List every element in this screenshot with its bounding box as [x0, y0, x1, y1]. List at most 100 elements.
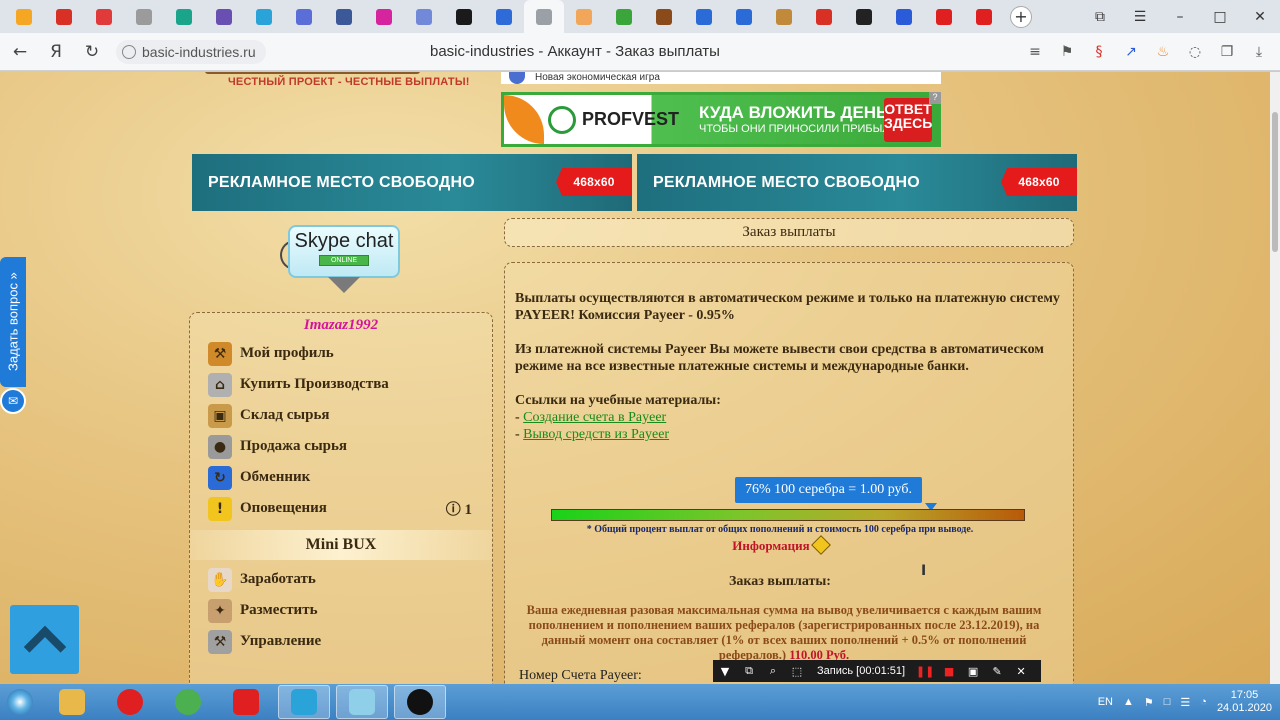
scroll-to-top-button[interactable] — [10, 605, 79, 674]
browser-tab[interactable] — [524, 0, 564, 33]
close-window-button[interactable]: ✕ — [1240, 0, 1280, 33]
flag-icon[interactable]: ⚑ — [1144, 696, 1154, 709]
menu-item[interactable]: ▣ Склад сырья — [190, 400, 492, 431]
bookmark-icon[interactable]: ⚑ — [1054, 39, 1080, 65]
recorder-dropdown-icon[interactable]: ▼ — [713, 665, 737, 678]
recorder-region-icon[interactable]: ⬚ — [785, 665, 809, 678]
payout-progress-bar — [551, 509, 1025, 521]
browser-tab[interactable] — [324, 0, 364, 33]
payeer-withdrawal-link[interactable]: Вывод средств из Payeer — [523, 427, 669, 442]
ad-slot-2[interactable]: РЕКЛАМНОЕ МЕСТО СВОБОДНО 468x60 — [637, 154, 1077, 211]
username[interactable]: Imazaz1992 — [190, 317, 492, 334]
info-link[interactable]: Информация — [505, 535, 1055, 555]
display-icon[interactable]: □ — [1164, 696, 1171, 708]
browser-tab[interactable] — [444, 0, 484, 33]
language-indicator[interactable]: EN — [1098, 696, 1113, 708]
menu-icon[interactable]: ☰ — [1120, 0, 1160, 33]
menu-item[interactable]: ! Оповещения ⓘ 1 — [190, 493, 492, 524]
menu-item[interactable]: ↻ Обменник — [190, 462, 492, 493]
collections-icon[interactable]: ❐ — [1214, 39, 1240, 65]
site-logo[interactable] — [205, 72, 420, 74]
extension-icon[interactable]: § — [1086, 39, 1112, 65]
scrollbar-thumb[interactable] — [1272, 112, 1278, 252]
show-hidden-icons[interactable]: ▲ — [1123, 696, 1134, 708]
pen-icon[interactable]: ✎ — [985, 665, 1009, 678]
menu-item[interactable]: ✦ Разместить — [190, 595, 492, 626]
menu-item[interactable]: ⌂ Купить Производства — [190, 369, 492, 400]
browser-tab[interactable] — [244, 0, 284, 33]
game-banner[interactable]: Новая экономическая игра — [501, 72, 941, 84]
browser-tab[interactable] — [844, 0, 884, 33]
browser-tab[interactable] — [964, 0, 1004, 33]
taskbar-app[interactable] — [46, 685, 98, 719]
menu-item[interactable]: ● Продажа сырья — [190, 431, 492, 462]
taskbar-app[interactable] — [162, 685, 214, 719]
flame-graphic — [504, 95, 544, 144]
reload-button[interactable]: ↻ — [76, 36, 108, 68]
reader-mode-icon[interactable]: ≡ — [1022, 39, 1048, 65]
browser-tab[interactable] — [604, 0, 644, 33]
tab-favicon-icon — [296, 8, 312, 25]
site-slogan: ЧЕСТНЫЙ ПРОЕКТ - ЧЕСТНЫЕ ВЫПЛАТЫ! — [228, 76, 470, 88]
taskbar-app[interactable] — [336, 685, 388, 719]
ad-slot-1[interactable]: РЕКЛАМНОЕ МЕСТО СВОБОДНО 468x60 — [192, 154, 632, 211]
menu-item[interactable]: ⚒ Мой профиль — [190, 338, 492, 369]
browser-tab[interactable] — [4, 0, 44, 33]
browser-tab[interactable] — [884, 0, 924, 33]
browser-tab[interactable] — [564, 0, 604, 33]
recorder-window-icon[interactable]: ⧉ — [737, 664, 761, 678]
ad-help-icon[interactable]: ? — [929, 92, 941, 104]
ask-question-tab[interactable]: Задать вопрос » — [0, 257, 26, 387]
volume-icon[interactable]: ◔ — [1200, 696, 1207, 708]
browser-tab[interactable] — [44, 0, 84, 33]
cursor-extension-icon[interactable]: ↗ — [1118, 39, 1144, 65]
url-field[interactable]: basic-industries.ru — [116, 39, 266, 64]
taskbar-app[interactable] — [278, 685, 330, 719]
maximize-button[interactable]: □ — [1200, 0, 1240, 33]
menu-item-label: Продажа сырья — [240, 438, 348, 454]
recorder-close-icon[interactable]: ✕ — [1009, 665, 1033, 678]
menu-item[interactable]: ✋ Заработать — [190, 564, 492, 595]
camera-icon[interactable]: ▣ — [961, 665, 985, 678]
start-button[interactable] — [0, 684, 40, 720]
browser-tab[interactable] — [164, 0, 204, 33]
browser-tab[interactable] — [84, 0, 124, 33]
browser-tab[interactable] — [124, 0, 164, 33]
taskbar-app[interactable] — [104, 685, 156, 719]
page-scrollbar[interactable] — [1270, 72, 1280, 684]
new-tab-button[interactable]: + — [1010, 5, 1032, 28]
browser-tab[interactable] — [204, 0, 244, 33]
browser-tab[interactable] — [644, 0, 684, 33]
browser-tab[interactable] — [484, 0, 524, 33]
stop-button[interactable]: ■ — [937, 665, 961, 678]
browser-tab[interactable] — [764, 0, 804, 33]
menu-item-label: Заработать — [240, 571, 316, 587]
profvest-line2: ЧТОБЫ ОНИ ПРИНОСИЛИ ПРИБЫЛЬ? — [699, 123, 903, 135]
mail-icon[interactable]: ✉ — [0, 388, 26, 414]
yandex-home-icon[interactable]: Я — [40, 36, 72, 68]
browser-tab[interactable] — [284, 0, 324, 33]
recorder-zoom-icon[interactable]: ⌕ — [761, 664, 785, 678]
network-icon[interactable]: ☰ — [1180, 696, 1190, 709]
download-icon[interactable]: ⤓ — [1246, 39, 1272, 65]
profvest-cta[interactable]: ОТВЕТ ЗДЕСЬ — [884, 98, 932, 142]
pause-button[interactable]: ❚❚ — [913, 665, 937, 678]
profvest-banner[interactable]: PROFVEST КУДА ВЛОЖИТЬ ДЕНЬГИ, ЧТОБЫ ОНИ … — [501, 92, 941, 147]
taskbar-app[interactable] — [394, 685, 446, 719]
globe-extension-icon[interactable]: ◌ — [1182, 39, 1208, 65]
minimize-button[interactable]: – — [1160, 0, 1200, 33]
metamask-icon[interactable]: ♨ — [1150, 39, 1176, 65]
browser-tab[interactable] — [924, 0, 964, 33]
browser-tab[interactable] — [364, 0, 404, 33]
create-payeer-account-link[interactable]: Создание счета в Payeer — [523, 410, 666, 425]
tab-collection-icon[interactable]: ⧉ — [1080, 0, 1120, 33]
skype-chat-button[interactable]: Skype chat ONLINE — [288, 225, 400, 278]
browser-tab[interactable] — [804, 0, 844, 33]
browser-tab[interactable] — [684, 0, 724, 33]
clock[interactable]: 17:05 24.01.2020 — [1217, 689, 1272, 715]
browser-tab[interactable] — [404, 0, 444, 33]
browser-tab[interactable] — [724, 0, 764, 33]
back-button[interactable]: ← — [4, 36, 36, 68]
taskbar-app[interactable] — [220, 685, 272, 719]
menu-item[interactable]: ⚒ Управление — [190, 626, 492, 657]
